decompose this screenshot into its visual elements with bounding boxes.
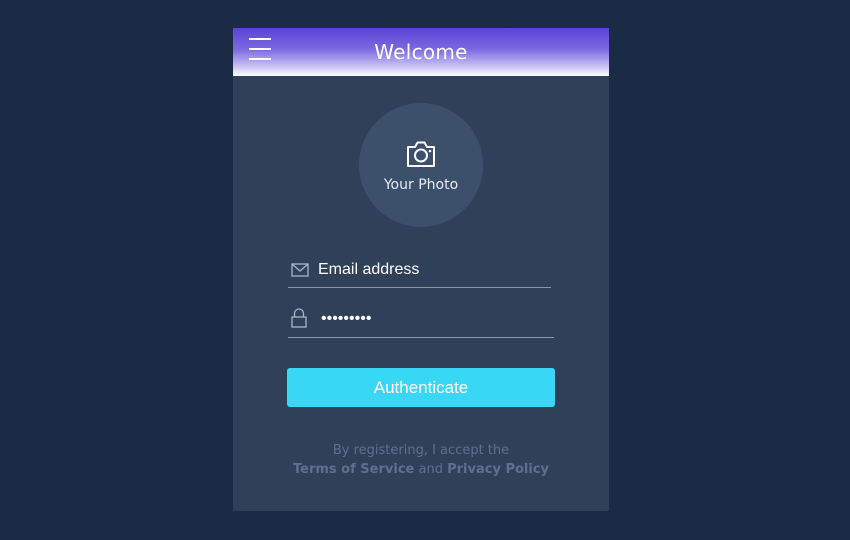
terms-notice: By registering, I accept the Terms of Se… — [233, 441, 609, 479]
login-card: Welcome Your Photo Email address •••••••… — [233, 28, 609, 511]
privacy-policy-link[interactable]: Privacy Policy — [447, 462, 549, 477]
email-field[interactable]: Email address — [288, 257, 551, 288]
photo-label: Your Photo — [383, 177, 459, 193]
password-input[interactable]: ••••••••• — [321, 310, 371, 328]
terms-line: By registering, I accept the — [332, 443, 510, 458]
envelope-icon — [291, 263, 309, 277]
header-bar: Welcome — [233, 28, 609, 76]
camera-icon — [407, 141, 435, 167]
terms-and-text: and — [418, 462, 443, 477]
authenticate-button[interactable]: Authenticate — [287, 368, 555, 407]
terms-of-service-link[interactable]: Terms of Service — [293, 462, 414, 477]
terms-links-line: Terms of Service and Privacy Policy — [233, 460, 609, 479]
password-field[interactable]: ••••••••• — [288, 307, 554, 338]
lock-icon — [291, 308, 307, 328]
email-input[interactable]: Email address — [318, 261, 419, 279]
page-title: Welcome — [374, 40, 468, 64]
photo-upload-button[interactable]: Your Photo — [359, 103, 483, 227]
